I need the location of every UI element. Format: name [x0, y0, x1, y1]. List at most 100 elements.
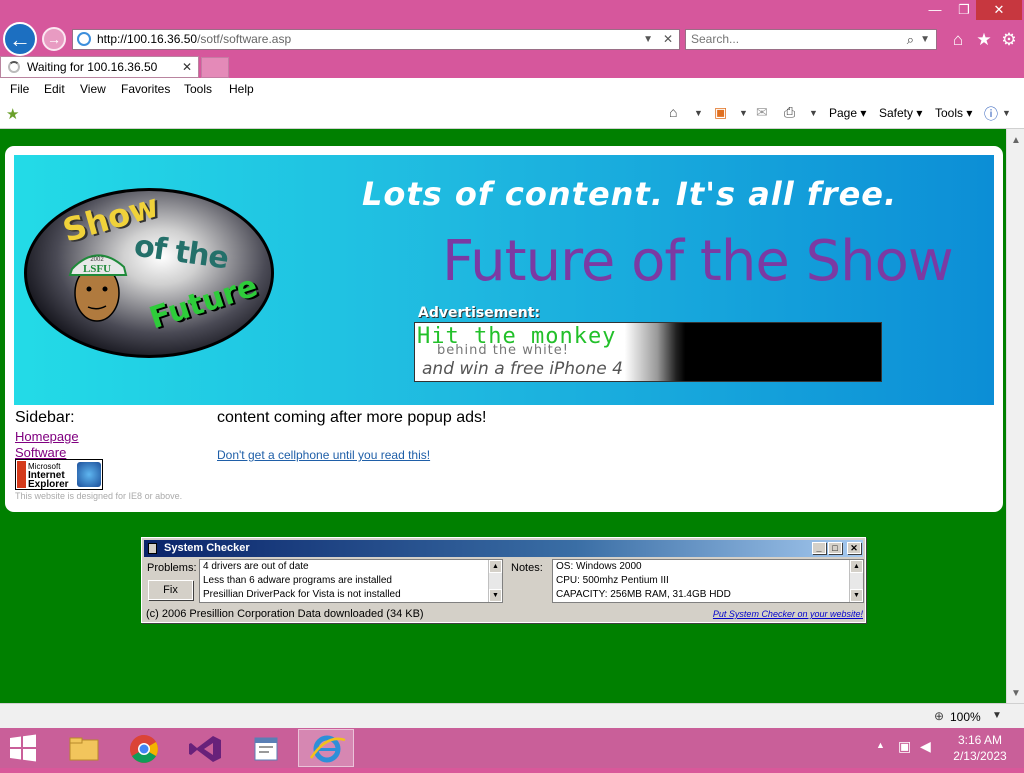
- system-checker-close-button[interactable]: ✕: [847, 542, 861, 554]
- list-item: Presillian DriverPack for Vista is not i…: [203, 589, 401, 600]
- search-box[interactable]: ⌕ ▼: [685, 29, 937, 50]
- ad-offer: and win a free iPhone 4: [422, 359, 623, 379]
- stop-icon[interactable]: ✕: [663, 30, 673, 49]
- restore-button[interactable]: ❐: [952, 0, 976, 20]
- fix-button[interactable]: Fix: [148, 580, 193, 600]
- cellphone-link[interactable]: Don't get a cellphone until you read thi…: [217, 448, 430, 462]
- ie-page-icon: [77, 32, 91, 46]
- chevron-down-icon[interactable]: ▼: [1002, 108, 1011, 118]
- list-item: 4 drivers are out of date: [203, 561, 309, 572]
- safety-menu-label: Safety: [879, 106, 914, 120]
- menu-edit[interactable]: Edit: [44, 78, 65, 100]
- network-icon[interactable]: ▣: [898, 738, 911, 755]
- chevron-down-icon[interactable]: ▼: [643, 30, 653, 49]
- arrow-left-icon: ←: [9, 27, 31, 52]
- problems-list[interactable]: 4 drivers are out of date Less than 6 ad…: [199, 559, 503, 603]
- vertical-scrollbar[interactable]: ▲ ▼: [1006, 129, 1024, 703]
- system-checker-title: System Checker: [164, 542, 250, 554]
- taskbar-visual-studio[interactable]: [176, 729, 232, 767]
- clock-date[interactable]: 2/13/2023: [946, 749, 1014, 763]
- problems-label: Problems:: [147, 562, 197, 574]
- list-item: OS: Windows 2000: [556, 561, 642, 572]
- ie-badge-strip: [17, 461, 26, 488]
- chevron-down-icon[interactable]: ▼: [739, 108, 748, 118]
- home-icon[interactable]: ⌂: [948, 30, 968, 50]
- tools-menu-label: Tools: [935, 106, 964, 120]
- tools-menu[interactable]: Tools ▾: [935, 106, 972, 120]
- new-tab-button[interactable]: [201, 57, 229, 78]
- notes-list[interactable]: OS: Windows 2000 CPU: 500mhz Pentium III…: [552, 559, 864, 603]
- close-button[interactable]: ✕: [976, 0, 1022, 20]
- print-icon[interactable]: ⎙: [784, 104, 795, 121]
- add-favorites-icon[interactable]: ★: [6, 105, 19, 123]
- menu-file[interactable]: File: [10, 78, 29, 100]
- tab-label: Waiting for 100.16.36.50: [27, 60, 158, 74]
- logo-cap-text: LSFU: [83, 263, 111, 275]
- star-icon[interactable]: ★: [974, 30, 994, 50]
- windows-start-button[interactable]: [8, 734, 38, 762]
- address-bar[interactable]: http://100.16.36.50/sotf/software.asp ▼ …: [72, 29, 680, 50]
- zoom-icon[interactable]: ⊕: [934, 709, 944, 723]
- volume-icon[interactable]: ◀: [920, 738, 931, 755]
- browser-note: This website is designed for IE8 or abov…: [15, 491, 183, 501]
- taskbar-app-window[interactable]: [237, 729, 293, 767]
- menu-help[interactable]: Help: [229, 78, 254, 100]
- home-icon[interactable]: ⌂: [669, 104, 677, 120]
- forward-button[interactable]: →: [42, 27, 66, 51]
- chevron-down-icon[interactable]: ▼: [809, 108, 818, 118]
- gear-icon[interactable]: ⚙: [999, 30, 1019, 50]
- taskbar-chrome[interactable]: [115, 729, 171, 767]
- page-menu[interactable]: Page ▾: [829, 106, 866, 120]
- system-checker-minimize-button[interactable]: _: [812, 542, 826, 554]
- system-checker-maximize-button[interactable]: □: [828, 542, 842, 554]
- loading-spinner-icon: [8, 61, 20, 73]
- mail-icon[interactable]: ✉: [756, 104, 768, 121]
- status-bar: ⊕ 100% ▼: [0, 703, 1024, 730]
- advertisement-banner[interactable]: Hit the monkey behind the white! and win…: [414, 322, 882, 382]
- scroll-down-icon[interactable]: ▼: [1011, 688, 1021, 699]
- banner-tagline: Lots of content. It's all free.: [362, 175, 898, 213]
- arrow-right-icon: →: [47, 31, 61, 47]
- rss-feed-icon[interactable]: ▣: [714, 104, 727, 121]
- url-path: /sotf/software.asp: [197, 32, 292, 46]
- ie-badge-line3: Explorer: [28, 479, 69, 490]
- search-input[interactable]: [691, 30, 881, 48]
- chevron-down-icon[interactable]: ▼: [992, 710, 1002, 721]
- chevron-down-icon[interactable]: ▼: [694, 108, 703, 118]
- sidebar-link-software[interactable]: Software: [15, 445, 66, 460]
- system-checker-titlebar[interactable]: System Checker _ □ ✕: [144, 540, 863, 557]
- back-button[interactable]: ←: [3, 22, 37, 56]
- minimize-button[interactable]: —: [918, 0, 952, 20]
- taskbar-file-explorer[interactable]: [55, 729, 111, 767]
- scroll-down-icon[interactable]: ▼: [850, 589, 863, 602]
- main-text: content coming after more popup ads!: [217, 409, 487, 426]
- scroll-up-icon[interactable]: ▲: [489, 560, 502, 573]
- scroll-up-icon[interactable]: ▲: [850, 560, 863, 573]
- help-icon[interactable]: ⓘ: [984, 104, 998, 124]
- list-scrollbar[interactable]: ▲ ▼: [849, 560, 863, 602]
- system-checker-window: System Checker _ □ ✕ Problems: Fix 4 dri…: [141, 537, 866, 623]
- close-tab-icon[interactable]: ✕: [182, 57, 192, 77]
- system-checker-link[interactable]: Put System Checker on your website!: [713, 609, 863, 619]
- clock-time[interactable]: 3:16 AM: [946, 733, 1014, 747]
- address-url[interactable]: http://100.16.36.50/sotf/software.asp: [97, 30, 291, 49]
- scroll-up-icon[interactable]: ▲: [1011, 135, 1021, 146]
- menu-favorites[interactable]: Favorites: [121, 78, 170, 100]
- browser-tab[interactable]: Waiting for 100.16.36.50 ✕: [0, 56, 199, 78]
- menu-tools[interactable]: Tools: [184, 78, 212, 100]
- ie-badge[interactable]: Microsoft Internet Explorer: [15, 459, 103, 490]
- search-icon[interactable]: ⌕: [907, 30, 914, 49]
- taskbar-internet-explorer[interactable]: [298, 729, 354, 767]
- safety-menu[interactable]: Safety ▾: [879, 106, 922, 120]
- zoom-level[interactable]: 100%: [950, 710, 981, 724]
- scroll-down-icon[interactable]: ▼: [489, 589, 502, 602]
- chevron-down-icon[interactable]: ▼: [920, 30, 930, 49]
- show-hidden-icons-icon[interactable]: ▲: [876, 740, 885, 750]
- app-window-icon: [254, 737, 278, 761]
- command-bar: ★ ⌂ ▼ ▣ ▼ ✉ ⎙ ▼ Page ▾ Safety ▾ Tools ▾ …: [0, 100, 1024, 129]
- list-scrollbar[interactable]: ▲ ▼: [488, 560, 502, 602]
- menu-bar: File Edit View Favorites Tools Help: [0, 78, 1024, 100]
- menu-view[interactable]: View: [80, 78, 106, 100]
- sidebar-link-homepage[interactable]: Homepage: [15, 429, 79, 444]
- sidebar-title: Sidebar:: [15, 409, 75, 426]
